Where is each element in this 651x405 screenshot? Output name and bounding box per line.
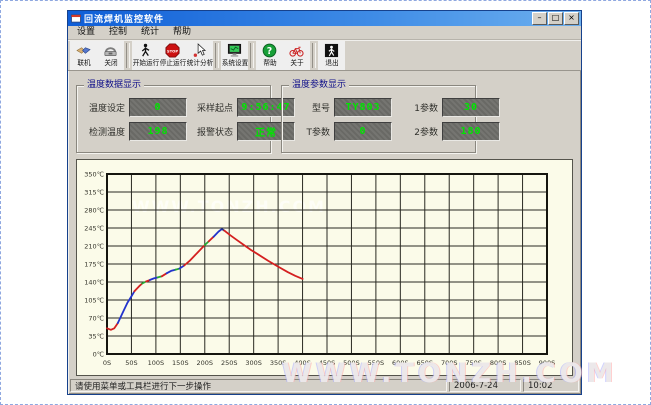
field-label-param-t: T参数	[288, 125, 330, 138]
stats-analysis-button[interactable]: 统计分析	[186, 41, 213, 70]
toolbar-separator	[126, 43, 130, 68]
svg-text:70℃: 70℃	[88, 315, 104, 323]
help-button[interactable]: ? 帮助	[256, 41, 283, 70]
svg-text:550S: 550S	[368, 359, 385, 367]
svg-text:600S: 600S	[392, 359, 409, 367]
field-label-alarm-status: 报警状态	[191, 125, 233, 138]
svg-text:245℃: 245℃	[84, 225, 104, 233]
hand-cursor-icon	[192, 43, 207, 58]
led-param-t: 0	[334, 122, 392, 141]
svg-text:315℃: 315℃	[84, 189, 104, 197]
field-label-param-1: 1参数	[396, 101, 438, 114]
exit-button[interactable]: 退出	[318, 41, 345, 70]
svg-text:50S: 50S	[125, 359, 137, 367]
bicycle-icon	[289, 43, 304, 58]
svg-text:150S: 150S	[172, 359, 189, 367]
svg-text:400S: 400S	[294, 359, 311, 367]
svg-text:0S: 0S	[103, 359, 111, 367]
app-window: 回流焊机监控软件 – □ × 设置 控制 统计 帮助 联机 关闭	[67, 10, 582, 395]
toolbar-button-label: 帮助	[263, 58, 276, 68]
titlebar: 回流焊机监控软件 – □ ×	[68, 11, 581, 26]
svg-text:105℃: 105℃	[84, 297, 104, 305]
led-measured-temp: 198	[129, 122, 187, 141]
menu-item-settings[interactable]: 设置	[70, 26, 102, 39]
about-button[interactable]: 关于	[283, 41, 310, 70]
svg-text:850S: 850S	[514, 359, 531, 367]
svg-text:500S: 500S	[343, 359, 360, 367]
svg-text:700S: 700S	[441, 359, 458, 367]
stop-run-button[interactable]: STOP 停止运行	[159, 41, 186, 70]
svg-text:0℃: 0℃	[93, 351, 104, 359]
led-param-1: 30	[442, 98, 500, 117]
window-title: 回流焊机监控软件	[84, 12, 532, 25]
toolbar-button-label: 系统设置	[221, 58, 248, 68]
svg-text:?: ?	[267, 46, 272, 57]
temperature-chart: WWW.TONZH.COM0S50S100S150S200S250S300S35…	[76, 159, 573, 376]
groupbox-title: 温度参数显示	[289, 80, 349, 91]
field-label-param-2: 2参数	[396, 125, 438, 138]
svg-text:100S: 100S	[148, 359, 165, 367]
svg-text:350℃: 350℃	[84, 171, 104, 179]
connect-button[interactable]: 联机	[70, 41, 97, 70]
walking-person-icon	[138, 43, 153, 58]
svg-text:650S: 650S	[417, 359, 434, 367]
handshake-icon	[76, 43, 91, 58]
toolbar-button-label: 关闭	[104, 58, 117, 68]
toolbar-button-label: 停止运行	[159, 58, 186, 68]
field-label-model: 型号	[288, 101, 330, 114]
temperature-params-groupbox: 温度参数显示 型号 TY803 1参数 30 T参数 0 2参数 180	[281, 85, 476, 153]
svg-text:280℃: 280℃	[84, 207, 104, 215]
monitor-icon	[227, 43, 242, 58]
status-time: 10:02	[523, 379, 579, 392]
svg-text:175℃: 175℃	[84, 261, 104, 269]
svg-text:900S: 900S	[539, 359, 556, 367]
toolbar-button-label: 联机	[77, 58, 90, 68]
svg-text:35℃: 35℃	[88, 333, 104, 341]
field-label-measured-temp: 检测温度	[83, 125, 125, 138]
app-icon	[71, 14, 81, 23]
start-run-button[interactable]: 开始运行	[132, 41, 159, 70]
menu-item-help[interactable]: 帮助	[166, 26, 198, 39]
menu-item-control[interactable]: 控制	[102, 26, 134, 39]
toolbar-button-label: 统计分析	[186, 58, 213, 68]
svg-text:300S: 300S	[245, 359, 262, 367]
svg-text:STOP: STOP	[167, 49, 178, 53]
svg-text:450S: 450S	[319, 359, 336, 367]
exit-icon	[324, 43, 339, 58]
svg-text:750S: 750S	[465, 359, 482, 367]
toolbar-separator	[215, 43, 219, 68]
menu-item-stats[interactable]: 统计	[134, 26, 166, 39]
menubar: 设置 控制 统计 帮助	[68, 26, 581, 40]
close-button[interactable]: ×	[564, 12, 579, 25]
maximize-button[interactable]: □	[548, 12, 563, 25]
led-temp-setpoint: 0	[129, 98, 187, 117]
system-settings-button[interactable]: 系统设置	[221, 41, 248, 70]
led-model: TY803	[334, 98, 392, 117]
temperature-data-groupbox: 温度数据显示 温度设定 0 采样起点 9:56:47 检测温度 198 报警状态…	[76, 85, 271, 153]
toolbar-button-label: 开始运行	[132, 58, 159, 68]
toolbar-button-label: 关于	[290, 58, 303, 68]
statusbar: 请使用菜单或工具栏进行下一步操作 2006-7-24 10:02	[70, 379, 579, 392]
stop-icon: STOP	[165, 43, 180, 58]
status-message: 请使用菜单或工具栏进行下一步操作	[70, 379, 447, 392]
svg-text:210℃: 210℃	[84, 243, 104, 251]
status-date: 2006-7-24	[449, 379, 521, 392]
help-icon: ?	[262, 43, 277, 58]
toolbar-separator	[250, 43, 254, 68]
groupbox-title: 温度数据显示	[84, 80, 144, 91]
svg-text:200S: 200S	[197, 359, 214, 367]
svg-text:800S: 800S	[490, 359, 507, 367]
minimize-button[interactable]: –	[532, 12, 547, 25]
toolbar: 联机 关闭 开始运行 STOP 停止运行	[68, 40, 581, 71]
toolbar-separator	[312, 43, 316, 68]
field-label-sample-start: 采样起点	[191, 101, 233, 114]
svg-text:140℃: 140℃	[84, 279, 104, 287]
svg-text:250S: 250S	[221, 359, 238, 367]
led-param-2: 180	[442, 122, 500, 141]
disconnect-button[interactable]: 关闭	[97, 41, 124, 70]
svg-text:350S: 350S	[270, 359, 287, 367]
phone-icon	[103, 43, 118, 58]
field-label-temp-setpoint: 温度设定	[83, 101, 125, 114]
toolbar-button-label: 退出	[325, 58, 338, 68]
